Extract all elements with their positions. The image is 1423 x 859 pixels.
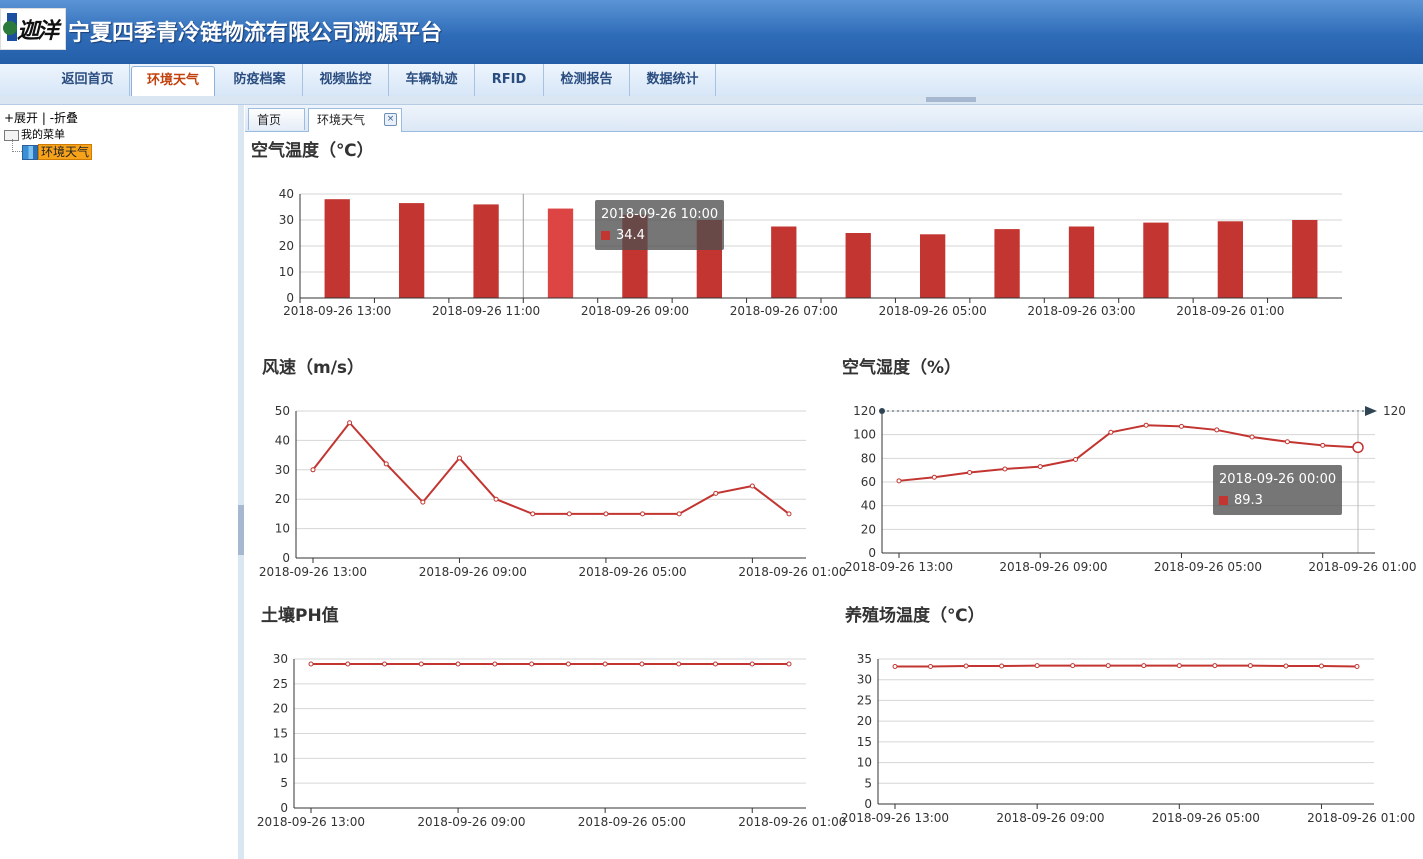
tooltip-swatch bbox=[601, 231, 610, 240]
tooltip-humidity-x: 2018-09-26 00:00 bbox=[1219, 472, 1337, 487]
tab-environment-weather[interactable]: 环境天气 × bbox=[308, 108, 402, 132]
tab-home[interactable]: 首页 bbox=[248, 108, 305, 130]
nav-environment-weather[interactable]: 环境天气 bbox=[131, 66, 215, 96]
horizontal-splitter[interactable] bbox=[0, 96, 1423, 105]
app-title: 宁夏四季青冷链物流有限公司溯源平台 bbox=[68, 21, 443, 46]
logo-leaf bbox=[3, 21, 17, 35]
tree-expand-collapse[interactable]: +展开 | -折叠 bbox=[4, 109, 78, 126]
tooltip-swatch bbox=[1219, 496, 1228, 505]
chart-title-air-temp: 空气温度（℃） bbox=[251, 141, 374, 161]
nav-rfid[interactable]: RFID bbox=[475, 64, 544, 96]
chart-icon bbox=[22, 145, 38, 160]
tooltip-humidity: 2018-09-26 00:00 89.3 bbox=[1213, 465, 1343, 515]
tooltip-air-temp-value: 34.4 bbox=[616, 228, 645, 243]
close-icon[interactable]: × bbox=[384, 113, 397, 126]
vertical-splitter-grip[interactable] bbox=[238, 505, 244, 555]
sidebar bbox=[0, 105, 239, 859]
chart-title-wind: 风速（m/s） bbox=[262, 358, 365, 378]
chart-title-farm-temp: 养殖场温度（℃） bbox=[845, 606, 985, 626]
nav-epidemic-records[interactable]: 防疫档案 bbox=[217, 64, 303, 96]
content-tab-bar bbox=[245, 105, 1423, 132]
app-header: 迦洋凡 宁夏四季青冷链物流有限公司溯源平台 bbox=[0, 0, 1423, 64]
logo-script: 迦洋凡 bbox=[17, 18, 59, 44]
nav-home[interactable]: 返回首页 bbox=[46, 64, 130, 96]
splitter-grip[interactable] bbox=[926, 97, 976, 102]
tab-label: 环境天气 bbox=[317, 113, 366, 127]
tree-item-environment-weather[interactable]: 环境天气 bbox=[22, 143, 93, 160]
vertical-splitter[interactable] bbox=[238, 105, 244, 859]
chart-title-humidity: 空气湿度（%） bbox=[842, 358, 962, 378]
nav-data-stats[interactable]: 数据统计 bbox=[630, 64, 716, 96]
company-logo: 迦洋凡 bbox=[0, 8, 66, 50]
top-nav: 返回首页 环境天气 防疫档案 视频监控 车辆轨迹 RFID 检测报告 数据统计 bbox=[0, 64, 1423, 97]
tree-root-label: 我的菜单 bbox=[21, 128, 65, 141]
tree-connector bbox=[12, 139, 22, 152]
chart-title-ph: 土壤PH值 bbox=[261, 606, 339, 626]
tooltip-air-temp-x: 2018-09-26 10:00 bbox=[601, 207, 719, 222]
tooltip-humidity-value: 89.3 bbox=[1234, 493, 1263, 508]
nav-inspection-report[interactable]: 检测报告 bbox=[544, 64, 630, 96]
tree-leaf-label: 环境天气 bbox=[38, 144, 93, 160]
tooltip-air-temp: 2018-09-26 10:00 34.4 bbox=[595, 200, 725, 250]
nav-video-monitor[interactable]: 视频监控 bbox=[303, 64, 389, 96]
nav-vehicle-track[interactable]: 车辆轨迹 bbox=[389, 64, 475, 96]
